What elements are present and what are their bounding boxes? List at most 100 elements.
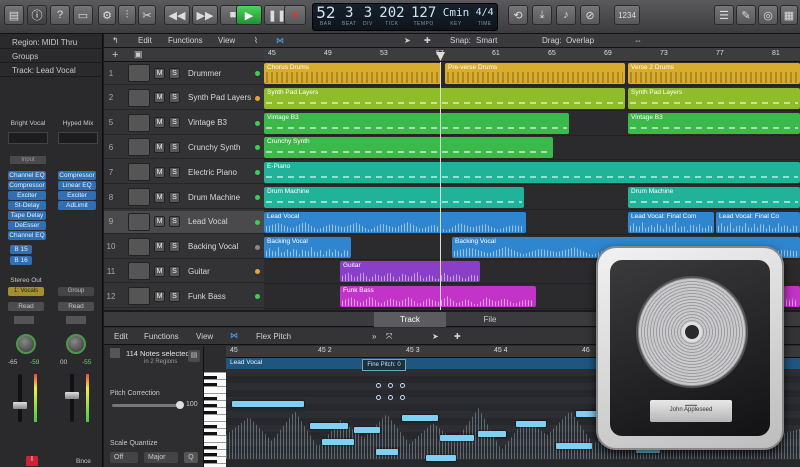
edit-menu[interactable]: Edit xyxy=(138,36,152,45)
editor-pointer-icon[interactable]: ➤ xyxy=(432,332,439,341)
flex-icon[interactable]: ⋈ xyxy=(276,36,284,45)
play-button[interactable]: ▶ xyxy=(236,5,262,25)
mute-button[interactable]: M xyxy=(154,67,165,79)
count-in-button[interactable]: 1234 xyxy=(614,5,640,25)
tab-file[interactable]: File xyxy=(454,312,526,327)
track-row[interactable]: 6 M S Crunchy Synth xyxy=(104,136,264,160)
flex-pitch-note[interactable] xyxy=(478,431,506,437)
mute-button[interactable]: M xyxy=(154,117,165,129)
flex-pitch-note[interactable] xyxy=(310,423,348,429)
scale-quantize-root[interactable]: Off xyxy=(110,452,138,463)
send-bus-b[interactable]: B 16 xyxy=(10,256,32,265)
mute-button[interactable]: M xyxy=(154,166,165,178)
eq-display-right[interactable] xyxy=(58,132,98,144)
patch-name-right[interactable]: Hyped Mix xyxy=(56,120,100,127)
track-region[interactable] xyxy=(784,286,800,308)
plugin-slot-right[interactable]: Exciter xyxy=(58,191,96,200)
plugin-slot-left[interactable]: DeEsser xyxy=(8,221,46,230)
solo-button[interactable]: S xyxy=(169,92,180,104)
flex-pitch-note[interactable] xyxy=(354,427,380,433)
flex-pitch-note[interactable] xyxy=(232,401,304,407)
eq-display-left[interactable] xyxy=(8,132,48,144)
mute-button[interactable]: M xyxy=(154,265,165,277)
mixer-button[interactable]: ⫶ xyxy=(118,5,136,25)
rewind-button[interactable]: ◀◀ xyxy=(164,5,190,25)
solo-button[interactable]: S xyxy=(169,67,180,79)
drag-select[interactable]: Overlap xyxy=(566,36,594,45)
track-region[interactable]: Guitar xyxy=(340,261,480,283)
volume-fader-left[interactable] xyxy=(18,374,22,422)
note-handle[interactable] xyxy=(376,395,381,400)
input-slot[interactable]: Input xyxy=(10,156,46,164)
track-region[interactable]: Drum Machine xyxy=(628,187,800,208)
track-region[interactable]: Verse 2 Drums xyxy=(628,63,800,84)
channel-name-right[interactable]: Bnce xyxy=(76,458,91,465)
pan-knob-right[interactable] xyxy=(66,334,86,354)
track-region[interactable]: Crunchy Synth xyxy=(264,137,553,159)
notepad-button[interactable]: ✎ xyxy=(736,5,756,25)
timeline-ruler[interactable]: 45495357616569737781 xyxy=(264,48,800,62)
playhead[interactable] xyxy=(440,62,441,310)
track-region[interactable]: Drum Machine xyxy=(264,187,524,208)
group-slot-right[interactable]: Group xyxy=(58,287,94,296)
note-handle[interactable] xyxy=(388,383,393,388)
mute-button[interactable]: M xyxy=(154,216,165,228)
quantize-button[interactable]: Q xyxy=(184,452,198,463)
pointer-tool-icon[interactable]: ➤ xyxy=(404,36,411,45)
mute-button[interactable]: M xyxy=(154,92,165,104)
track-region[interactable]: Chorus Drums xyxy=(264,63,441,84)
send-bus-a[interactable]: B 15 xyxy=(10,245,32,254)
track-region[interactable]: Vintage B3 xyxy=(628,112,800,134)
solo-button[interactable]: S xyxy=(169,191,180,203)
plugin-slot-left[interactable]: Exciter xyxy=(8,191,46,200)
patch-name-left[interactable]: Bright Vocal xyxy=(6,120,50,127)
track-on-indicator[interactable] xyxy=(255,219,260,225)
plugin-slot-right[interactable]: AdLimit xyxy=(58,201,96,210)
snap-select[interactable]: Smart xyxy=(476,36,497,45)
replace-button[interactable]: ⤓ xyxy=(532,5,552,25)
mute-button[interactable]: M xyxy=(154,290,165,302)
quick-help-button[interactable]: ? xyxy=(50,5,70,25)
editors-button[interactable]: ✂ xyxy=(138,5,156,25)
solo-button[interactable]: S xyxy=(169,117,180,129)
track-on-indicator[interactable] xyxy=(255,95,260,101)
region-inspector-header[interactable]: Region: MIDI Thru xyxy=(0,36,103,49)
pencil-tool-icon[interactable]: ✚ xyxy=(424,36,431,45)
track-inspector-header[interactable]: Track: Lead Vocal xyxy=(0,64,103,77)
smart-tool-icon[interactable]: ⤧ xyxy=(386,332,392,342)
track-on-indicator[interactable] xyxy=(255,145,260,151)
plugin-slot-left[interactable]: Channel EQ xyxy=(8,231,46,240)
plugin-slot-left[interactable]: St-Delay xyxy=(8,201,46,210)
flex-pitch-note[interactable] xyxy=(516,421,546,427)
plugin-slot-left[interactable]: Compressor xyxy=(8,181,46,190)
track-region[interactable]: Lead Vocal: Final Co xyxy=(716,211,800,233)
solo-button[interactable]: S xyxy=(169,241,180,253)
track-region[interactable]: Lead Vocal xyxy=(264,211,526,233)
editor-edit-menu[interactable]: Edit xyxy=(114,332,128,341)
track-on-indicator[interactable] xyxy=(255,195,260,200)
inspector-button[interactable]: ⓘ xyxy=(27,5,47,25)
flex-pitch-note[interactable] xyxy=(376,449,398,455)
catch-icon[interactable]: » xyxy=(372,332,376,341)
solo-button[interactable]: S xyxy=(169,290,180,302)
note-handle[interactable] xyxy=(388,395,393,400)
fader-cap-left[interactable] xyxy=(13,402,27,409)
plugin-slot-right[interactable]: Compressor xyxy=(58,171,96,180)
mute-button[interactable]: M xyxy=(154,191,165,203)
track-region[interactable]: Synth Pad Layers xyxy=(264,87,625,109)
track-on-indicator[interactable] xyxy=(255,120,260,126)
functions-menu[interactable]: Functions xyxy=(168,36,203,45)
track-region[interactable]: Vintage B3 xyxy=(264,112,569,134)
track-row[interactable]: 5 M S Vintage B3 xyxy=(104,112,264,135)
tuner-button[interactable]: ♪ xyxy=(556,5,576,25)
note-handle[interactable] xyxy=(400,383,405,388)
solo-button[interactable]: ⊘ xyxy=(580,5,600,25)
tab-track[interactable]: Track xyxy=(374,312,446,327)
record-button[interactable]: ● xyxy=(284,5,306,25)
plugin-slot-right[interactable]: Linear EQ xyxy=(58,181,96,190)
flex-pitch-note[interactable] xyxy=(322,439,354,445)
scale-quantize-scale[interactable]: Major xyxy=(144,452,178,463)
editor-functions-menu[interactable]: Functions xyxy=(144,332,179,341)
view-menu[interactable]: View xyxy=(218,36,235,45)
channel-name-left[interactable]: I xyxy=(26,456,38,466)
